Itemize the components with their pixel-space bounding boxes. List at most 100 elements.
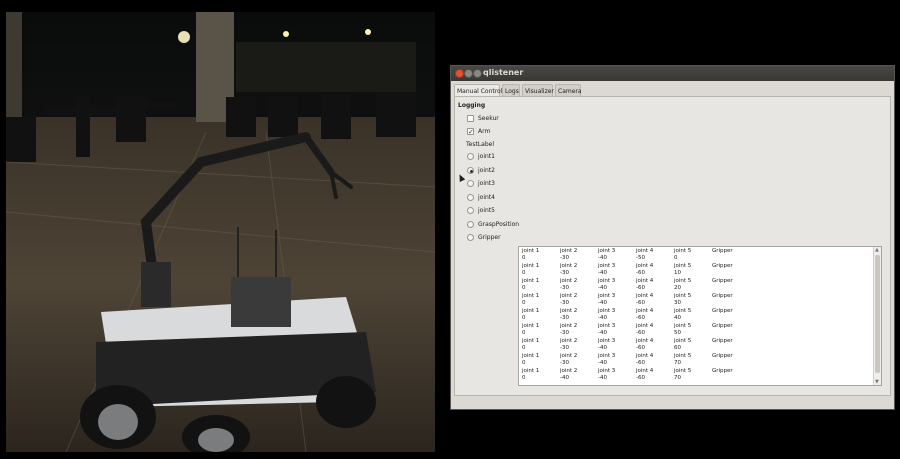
grasp-position-label: GraspPosition [478, 221, 520, 228]
log-scrollbar[interactable]: ▲ ▼ [873, 247, 881, 385]
log-joint-value: 0 [522, 270, 526, 276]
log-joint-name: Gripper [712, 308, 733, 314]
scroll-down-icon[interactable]: ▼ [875, 379, 879, 385]
check-icon: ✓ [468, 128, 474, 136]
log-joint-name: joint 4 [636, 308, 654, 314]
log-joint-name: joint 2 [560, 353, 578, 359]
grasp-position-radio[interactable] [467, 221, 474, 228]
log-joint-name: Gripper [712, 368, 733, 374]
log-joint-value: 0 [522, 360, 526, 366]
test-label: TestLabel [466, 141, 495, 148]
log-joint-name: joint 4 [636, 368, 654, 374]
gripper-radio[interactable] [467, 234, 474, 241]
log-joint-value: -60 [636, 360, 645, 366]
log-joint-name: joint 4 [636, 323, 654, 329]
gripper-label: Gripper [478, 234, 501, 241]
log-joint-value: 0 [522, 315, 526, 321]
log-joint-value: -60 [636, 285, 645, 291]
scroll-up-icon[interactable]: ▲ [875, 247, 879, 253]
log-joint-value: -40 [598, 345, 607, 351]
log-output-area[interactable]: joint 1 joint 2 joint 3 joint 4 joint 5 Gripp… [518, 246, 882, 386]
log-joint-value: 0 [674, 255, 678, 261]
log-joint-name: joint 3 [598, 338, 616, 344]
joint5-radio[interactable] [467, 207, 474, 214]
joint4-radio[interactable] [467, 194, 474, 201]
log-joint-value: 0 [522, 300, 526, 306]
log-joint-name: Gripper [712, 263, 733, 269]
log-joint-name: joint 4 [636, 293, 654, 299]
log-joint-name: joint 5 [674, 338, 692, 344]
log-joint-name: joint 4 [636, 263, 654, 269]
log-joint-name: Gripper [712, 338, 733, 344]
log-joint-name: joint 5 [674, 368, 692, 374]
log-joint-name: Gripper [712, 323, 733, 329]
log-joint-name: joint 5 [674, 263, 692, 269]
log-joint-value: -30 [560, 315, 569, 321]
close-button[interactable] [455, 69, 464, 78]
joint2-radio[interactable] [467, 167, 474, 174]
log-joint-name: joint 3 [598, 368, 616, 374]
joint1-label: joint1 [478, 153, 495, 160]
log-joint-value: -30 [560, 345, 569, 351]
log-joint-value: -40 [598, 330, 607, 336]
log-joint-value: -40 [598, 375, 607, 381]
arm-label: Arm [478, 128, 491, 135]
log-joint-value: -30 [560, 360, 569, 366]
log-joint-name: joint 3 [598, 308, 616, 314]
log-joint-value: -30 [560, 300, 569, 306]
scroll-thumb[interactable] [875, 255, 880, 373]
log-joint-name: joint 2 [560, 263, 578, 269]
log-joint-value: -30 [560, 330, 569, 336]
log-joint-value: -60 [636, 300, 645, 306]
log-joint-value: -40 [598, 300, 607, 306]
log-joint-value: -50 [636, 255, 645, 261]
log-joint-name: joint 5 [674, 323, 692, 329]
log-joint-name: joint 3 [598, 278, 616, 284]
log-joint-value: 40 [674, 315, 681, 321]
joint1-radio[interactable] [467, 153, 474, 160]
log-joint-value: -60 [636, 330, 645, 336]
arm-checkbox[interactable]: ✓ [467, 128, 474, 136]
log-joint-name: joint 1 [522, 263, 540, 269]
log-joint-value: 30 [674, 300, 681, 306]
seekur-checkbox[interactable] [467, 115, 474, 122]
minimize-button[interactable] [464, 69, 473, 78]
log-joint-value: 70 [674, 360, 681, 366]
log-joint-name: joint 2 [560, 368, 578, 374]
log-joint-value: 0 [522, 255, 526, 261]
maximize-button[interactable] [473, 69, 482, 78]
log-joint-name: joint 4 [636, 338, 654, 344]
log-joint-name: joint 4 [636, 353, 654, 359]
log-joint-value: -60 [636, 270, 645, 276]
window-title: qlistener [483, 68, 524, 77]
log-joint-name: joint 1 [522, 278, 540, 284]
log-joint-value: -40 [598, 360, 607, 366]
log-joint-value: -30 [560, 285, 569, 291]
log-joint-value: -40 [560, 375, 569, 381]
joint3-radio[interactable] [467, 180, 474, 187]
log-joint-name: joint 5 [674, 353, 692, 359]
log-joint-value: -60 [636, 375, 645, 381]
log-joint-name: joint 1 [522, 368, 540, 374]
joint5-label: joint5 [478, 207, 495, 214]
seekur-label: Seekur [478, 115, 499, 122]
joint3-label: joint3 [478, 180, 495, 187]
log-joint-value: 0 [522, 345, 526, 351]
log-joint-value: -40 [598, 285, 607, 291]
title-bar[interactable]: qlistener [451, 66, 894, 81]
log-joint-name: joint 1 [522, 323, 540, 329]
log-joint-value: -30 [560, 270, 569, 276]
log-joint-value: 10 [674, 270, 681, 276]
joint4-label: joint4 [478, 194, 495, 201]
log-joint-value: 50 [674, 330, 681, 336]
log-joint-value: 0 [522, 375, 526, 381]
log-joint-value: 0 [522, 330, 526, 336]
log-joint-value: -30 [560, 255, 569, 261]
joint2-label: joint2 [478, 167, 495, 174]
log-joint-name: joint 3 [598, 353, 616, 359]
log-joint-name: joint 2 [560, 323, 578, 329]
log-joint-name: joint 5 [674, 278, 692, 284]
log-joint-value: -40 [598, 255, 607, 261]
log-joint-name: joint 1 [522, 248, 540, 254]
log-joint-name: joint 1 [522, 293, 540, 299]
